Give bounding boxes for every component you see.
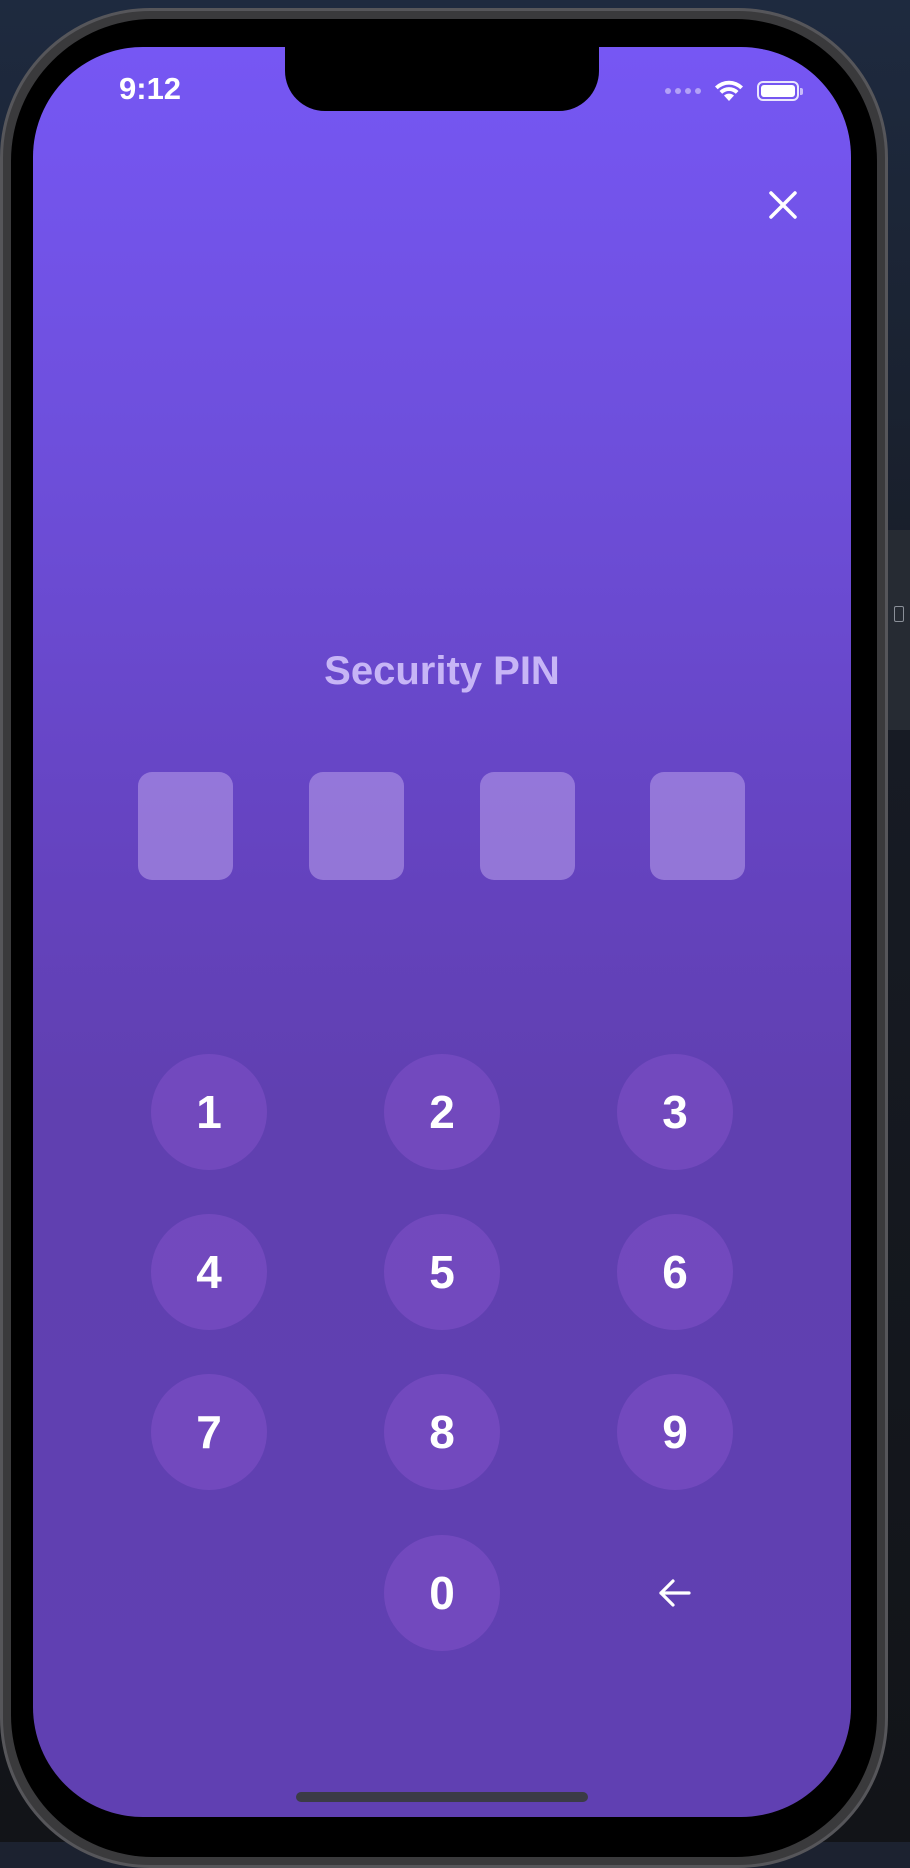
backspace-button[interactable] [617, 1535, 733, 1651]
pin-screen: 9:12 Security PIN 1 2 3 4 5 6 7 8 9 0 [33, 47, 851, 1817]
keypad-key-5[interactable]: 5 [384, 1214, 500, 1330]
window-control [894, 606, 904, 622]
notch [285, 47, 599, 111]
pin-digit-box-2[interactable] [309, 772, 404, 880]
page-title: Security PIN [324, 649, 560, 693]
keypad-key-7[interactable]: 7 [151, 1374, 267, 1490]
keypad-key-0[interactable]: 0 [384, 1535, 500, 1651]
keypad-key-9[interactable]: 9 [617, 1374, 733, 1490]
keypad-key-6[interactable]: 6 [617, 1214, 733, 1330]
keypad-key-2[interactable]: 2 [384, 1054, 500, 1170]
keypad-key-3[interactable]: 3 [617, 1054, 733, 1170]
battery-icon [757, 81, 803, 101]
status-indicators [665, 79, 803, 103]
backspace-arrow-icon [659, 1579, 691, 1607]
pin-digit-box-1[interactable] [138, 772, 233, 880]
home-indicator[interactable] [296, 1792, 588, 1802]
close-icon [769, 191, 797, 219]
cellular-signal-icon [665, 88, 701, 94]
pin-digit-box-3[interactable] [480, 772, 575, 880]
keypad-key-8[interactable]: 8 [384, 1374, 500, 1490]
close-button[interactable] [761, 183, 805, 227]
keypad-key-1[interactable]: 1 [151, 1054, 267, 1170]
pin-digit-box-4[interactable] [650, 772, 745, 880]
keypad-key-4[interactable]: 4 [151, 1214, 267, 1330]
wifi-icon [715, 80, 743, 101]
status-time: 9:12 [119, 71, 182, 106]
